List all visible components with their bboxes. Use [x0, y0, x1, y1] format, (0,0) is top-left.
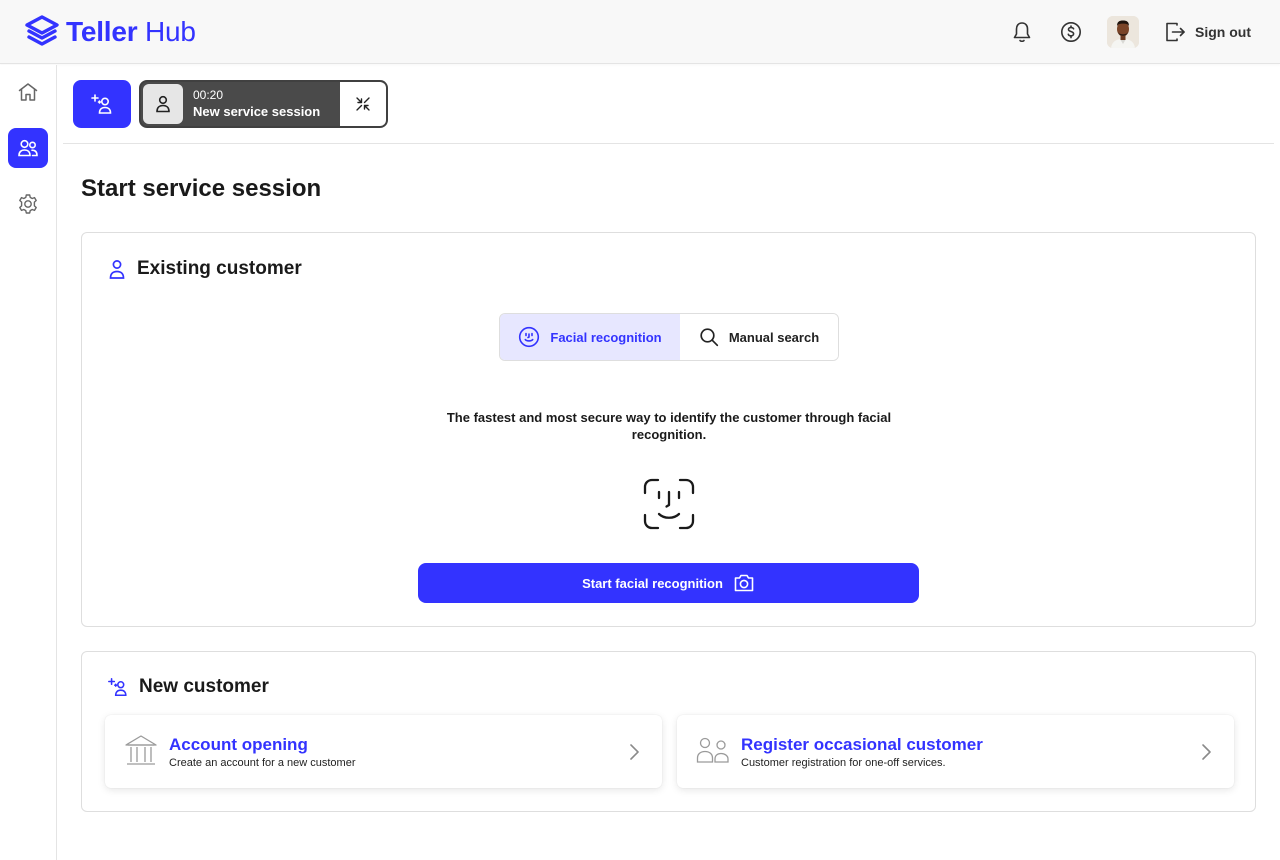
users-icon	[18, 139, 38, 157]
currency-button[interactable]	[1059, 20, 1083, 44]
tab-manual-search-label: Manual search	[728, 329, 820, 345]
logout-icon	[1166, 22, 1185, 42]
register-occasional-customer-title: Register occasional customer	[741, 735, 983, 754]
register-occasional-customer-option[interactable]: Register occasional customer Customer re…	[677, 715, 1234, 788]
user-avatar[interactable]	[1107, 16, 1139, 48]
start-facial-recognition-label: Start facial recognition	[582, 575, 723, 591]
face-id-icon	[643, 478, 695, 530]
new-session-button[interactable]	[73, 80, 131, 128]
tab-facial-recognition-label: Facial recognition	[550, 329, 662, 345]
account-opening-option[interactable]: Account opening Create an account for a …	[105, 715, 662, 788]
bank-icon	[125, 735, 157, 765]
user-icon	[109, 260, 125, 279]
tab-facial-recognition[interactable]: Facial recognition	[500, 314, 680, 360]
session-timer: 00:20	[193, 88, 224, 102]
home-icon	[18, 83, 38, 101]
new-customer-header: New customer	[107, 675, 269, 699]
identification-method-tabs: Facial recognition Manual search	[499, 313, 839, 361]
session-open-button[interactable]: 00:20 New service session	[141, 82, 340, 126]
existing-customer-card: Existing customer Facial recognition Man…	[81, 232, 1256, 627]
sidebar-item-home[interactable]	[8, 72, 48, 112]
page-title: Start service session	[81, 175, 322, 202]
sign-out-label: Sign out	[1195, 24, 1251, 40]
sign-out-button[interactable]: Sign out	[1164, 20, 1251, 44]
tab-manual-search[interactable]: Manual search	[680, 314, 838, 360]
chevron-right-icon	[630, 744, 639, 760]
dollar-circle-icon	[1061, 22, 1081, 42]
facial-recognition-description: The fastest and most secure way to ident…	[446, 410, 892, 442]
sidebar	[0, 65, 57, 860]
search-icon	[700, 328, 718, 347]
divider	[63, 143, 1274, 144]
camera-icon	[734, 574, 754, 592]
layers-logo-icon	[25, 15, 59, 46]
register-occasional-customer-subtitle: Customer registration for one-off servic…	[741, 757, 946, 769]
add-user-sparkle-icon	[91, 94, 112, 114]
notifications-button[interactable]	[1010, 20, 1034, 44]
account-opening-subtitle: Create an account for a new customer	[169, 757, 356, 769]
users-outline-icon	[696, 737, 729, 763]
top-header: Teller Hub Sign out	[0, 0, 1280, 64]
gear-icon	[19, 194, 37, 214]
session-info: 00:20 New service session	[193, 88, 320, 120]
add-user-sparkle-icon	[108, 677, 127, 697]
active-session-chip: 00:20 New service session	[139, 80, 388, 128]
new-customer-heading: New customer	[139, 676, 269, 697]
face-smile-icon	[519, 326, 540, 348]
bell-icon	[1013, 22, 1031, 43]
collapse-arrows-icon	[356, 97, 370, 111]
chevron-right-icon	[1202, 744, 1211, 760]
session-avatar	[143, 84, 183, 124]
sidebar-item-settings[interactable]	[8, 184, 48, 224]
sidebar-item-customers[interactable]	[8, 128, 48, 168]
user-icon	[156, 95, 170, 113]
new-customer-card: New customer Account opening Create an a…	[81, 651, 1256, 812]
session-minimize-button[interactable]	[340, 82, 386, 126]
brand-logo[interactable]: Teller Hub	[24, 14, 196, 50]
existing-customer-header: Existing customer	[107, 257, 302, 281]
start-facial-recognition-button[interactable]: Start facial recognition	[418, 563, 919, 603]
account-opening-title: Account opening	[169, 735, 308, 754]
existing-customer-heading: Existing customer	[137, 258, 302, 279]
brand-name: Teller Hub	[66, 16, 196, 47]
session-title: New service session	[193, 104, 321, 119]
user-photo-icon	[1107, 16, 1139, 48]
